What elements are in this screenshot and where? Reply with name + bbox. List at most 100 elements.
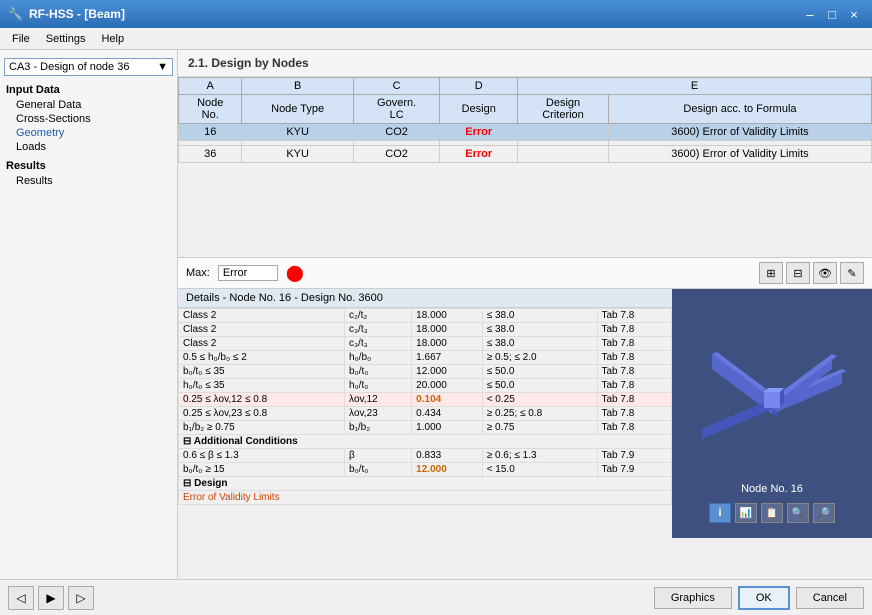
max-label: Max: [186,267,210,279]
col-header-e: E [518,78,872,95]
details-value: 1.000 [412,421,483,435]
col-sub-node-no: NodeNo. [179,95,242,124]
table-icon-bar: ⊞ ⊟ 👁 ✎ [759,262,864,284]
details-row: Error of Validity Limits [179,491,672,505]
details-class: Class 2 [179,337,345,351]
details-value: 0.434 [412,407,483,421]
details-limit: ≥ 0.25; ≤ 0.8 [482,407,597,421]
details-formula: b₀/t₀ [344,463,411,477]
details-section-header: ⊟ Design [179,477,672,491]
table-icon-1[interactable]: ⊞ [759,262,783,284]
details-formula: λov,12 [344,393,411,407]
design-table-scroll[interactable]: A B C D E NodeNo. Node Type Govern.LC De… [178,77,872,257]
details-formula: c₂/t₂ [344,309,411,323]
sidebar-item-general-data[interactable]: General Data [0,98,177,112]
cell-formula: 3600) Error of Validity Limits [608,124,871,141]
graphics-button[interactable]: Graphics [654,587,732,609]
chart-button[interactable]: 📊 [735,503,757,523]
details-class: 0.25 ≤ λov,12 ≤ 0.8 [179,393,345,407]
sidebar-item-loads[interactable]: Loads [0,140,177,154]
play-button[interactable]: ▶ [38,586,64,610]
details-ref: Tab 7.8 [597,407,672,421]
node-label: Node No. 16 [741,483,803,495]
content-header: 2.1. Design by Nodes [178,50,872,77]
search-button[interactable]: 🔎 [813,503,835,523]
col-sub-govern-lc: Govern.LC [353,95,440,124]
col-header-b: B [242,78,353,95]
details-limit: ≤ 50.0 [482,365,597,379]
info-button[interactable]: i [709,503,731,523]
zoom-button[interactable]: 🔍 [787,503,809,523]
error-indicator-icon: ⬤ [286,263,304,283]
details-formula: β [344,449,411,463]
menu-bar: File Settings Help [0,28,872,50]
menu-file[interactable]: File [4,31,38,47]
details-value: 18.000 [412,309,483,323]
details-ref: Tab 7.8 [597,337,672,351]
table-row[interactable]: 36 KYU CO2 Error 3600) Error of Validity… [179,146,872,163]
table-icon-4[interactable]: ✎ [840,262,864,284]
sidebar: CA3 - Design of node 36 ▼ Input Data Gen… [0,50,178,579]
col-header-d: D [440,78,518,95]
menu-help[interactable]: Help [93,31,132,47]
cell-node-type: KYU [242,146,353,163]
cell-formula: 3600) Error of Validity Limits [608,146,871,163]
details-limit: < 15.0 [482,463,597,477]
error-validity-label: Error of Validity Limits [179,491,672,505]
col-header-c: C [353,78,440,95]
details-limit: ≤ 50.0 [482,379,597,393]
sidebar-item-cross-sections[interactable]: Cross-Sections [0,112,177,126]
details-row: b₀/t₀ ≤ 35 b₀/t₀ 12.000 ≤ 50.0 Tab 7.8 [179,365,672,379]
case-dropdown-value: CA3 - Design of node 36 [9,61,129,73]
max-input[interactable] [218,265,278,281]
details-scroll[interactable]: Class 2 c₂/t₂ 18.000 ≤ 38.0 Tab 7.8 Clas… [178,308,672,538]
back-button[interactable]: ◁ [8,586,34,610]
table-row[interactable]: 16 KYU CO2 Error 3600) Error of Validity… [179,124,872,141]
details-row: Class 2 c₃/t₃ 18.000 ≤ 38.0 Tab 7.8 [179,323,672,337]
details-value-highlight: 0.104 [412,393,483,407]
sidebar-item-results[interactable]: Results [0,174,177,188]
col-sub-criterion: DesignCriterion [518,95,609,124]
upper-section: CA3 - Design of node 36 ▼ Input Data Gen… [0,50,872,579]
details-value: 1.667 [412,351,483,365]
details-formula: λov,23 [344,407,411,421]
design-table: A B C D E NodeNo. Node Type Govern.LC De… [178,77,872,163]
cell-criterion [518,146,609,163]
cell-design: Error [440,124,518,141]
cancel-button[interactable]: Cancel [796,587,864,609]
toolbar-right: Graphics OK Cancel [654,586,864,610]
details-row: b₁/b₂ ≥ 0.75 b₁/b₂ 1.000 ≥ 0.75 Tab 7.8 [179,421,672,435]
cell-design: Error [440,146,518,163]
details-table: Class 2 c₂/t₂ 18.000 ≤ 38.0 Tab 7.8 Clas… [178,308,672,505]
center-content: 2.1. Design by Nodes A B C D E NodeNo. [178,50,872,579]
sidebar-section-results: Results Results [0,156,177,190]
close-button[interactable]: × [844,5,864,23]
details-limit: ≤ 38.0 [482,323,597,337]
forward-button[interactable]: ▷ [68,586,94,610]
col-sub-node-type: Node Type [242,95,353,124]
details-limit: ≤ 38.0 [482,337,597,351]
details-header: Details - Node No. 16 - Design No. 3600 [178,289,672,308]
title-bar-controls: – □ × [800,5,864,23]
details-class: b₀/t₀ ≥ 15 [179,463,345,477]
cell-lc: CO2 [353,124,440,141]
minimize-button[interactable]: – [800,5,820,23]
menu-settings[interactable]: Settings [38,31,94,47]
table-icon-2[interactable]: ⊟ [786,262,810,284]
sidebar-section-input: Input Data General Data Cross-Sections G… [0,80,177,156]
details-value: 18.000 [412,323,483,337]
maximize-button[interactable]: □ [822,5,842,23]
details-value: 12.000 [412,365,483,379]
details-row: 0.6 ≤ β ≤ 1.3 β 0.833 ≥ 0.6; ≤ 1.3 Tab 7… [179,449,672,463]
list-button[interactable]: 📋 [761,503,783,523]
cell-node-no: 36 [179,146,242,163]
app-icon: 🔧 [8,7,23,21]
details-row: Class 2 c₃/t₃ 18.000 ≤ 38.0 Tab 7.8 [179,337,672,351]
details-limit: < 0.25 [482,393,597,407]
main-layout: CA3 - Design of node 36 ▼ Input Data Gen… [0,50,872,615]
table-icon-3[interactable]: 👁 [813,262,837,284]
ok-button[interactable]: OK [738,586,790,610]
sidebar-item-geometry[interactable]: Geometry [0,126,177,140]
cell-node-type: KYU [242,124,353,141]
case-dropdown[interactable]: CA3 - Design of node 36 ▼ [4,58,173,76]
